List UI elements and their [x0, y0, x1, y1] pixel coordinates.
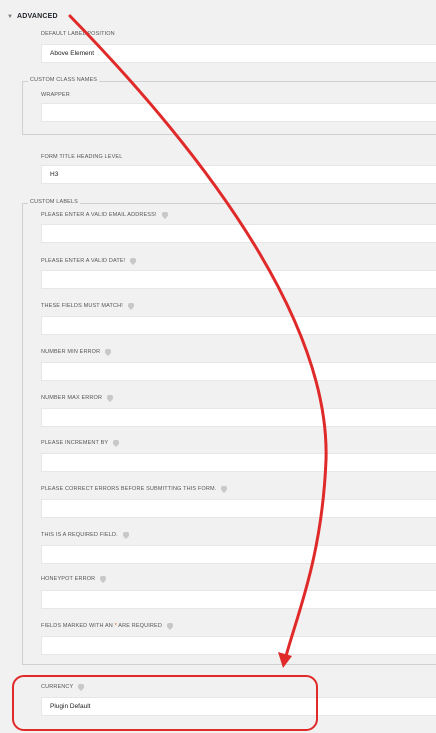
custom-label-item-input[interactable] [41, 408, 436, 427]
wrapper-label: WRAPPER [41, 92, 70, 98]
help-icon[interactable] [166, 623, 173, 631]
help-icon[interactable] [105, 349, 112, 357]
help-icon[interactable] [221, 486, 228, 494]
custom-label-item-input[interactable] [41, 545, 436, 564]
currency-highlight-box [12, 675, 318, 731]
form-title-heading-select[interactable]: H3 [41, 165, 436, 184]
custom-label-item-input[interactable] [41, 224, 436, 243]
form-title-heading-label: FORM TITLE HEADING LEVEL [41, 154, 123, 160]
custom-label-item-label: THIS IS A REQUIRED FIELD. [41, 532, 129, 540]
wrapper-input[interactable] [41, 103, 436, 122]
custom-label-item-label: PLEASE INCREMENT BY [41, 440, 120, 448]
custom-label-item-input[interactable] [41, 590, 436, 609]
custom-label-item-input[interactable] [41, 316, 436, 335]
custom-label-item-input[interactable] [41, 636, 436, 655]
help-icon[interactable] [122, 532, 129, 540]
custom-labels-legend: CUSTOM LABELS [28, 199, 81, 205]
custom-label-item-label: NUMBER MIN ERROR [41, 349, 112, 357]
default-label-position-select[interactable]: Above Element [41, 44, 436, 63]
custom-label-item-input[interactable] [41, 362, 436, 381]
custom-label-item-input[interactable] [41, 453, 436, 472]
help-icon[interactable] [161, 212, 168, 220]
custom-label-item-input[interactable] [41, 270, 436, 289]
help-icon[interactable] [107, 395, 114, 403]
custom-label-item-label: NUMBER MAX ERROR [41, 395, 114, 403]
custom-label-item-label: THESE FIELDS MUST MATCH! [41, 303, 134, 311]
custom-label-item-label: FIELDS MARKED WITH AN * ARE REQUIRED [41, 623, 173, 631]
custom-label-item-label: HONEYPOT ERROR [41, 576, 107, 584]
custom-label-item-label: PLEASE CORRECT ERRORS BEFORE SUBMITTING … [41, 486, 228, 494]
custom-label-item-label: PLEASE ENTER A VALID EMAIL ADDRESS! [41, 212, 168, 220]
default-label-position-label: DEFAULT LABEL POSITION [41, 31, 115, 37]
help-icon[interactable] [130, 258, 137, 266]
help-icon[interactable] [113, 440, 120, 448]
custom-label-item-label: PLEASE ENTER A VALID DATE! [41, 258, 137, 266]
collapse-triangle-icon[interactable]: ▼ [7, 14, 13, 20]
custom-label-item-input[interactable] [41, 499, 436, 518]
help-icon[interactable] [127, 303, 134, 311]
help-icon[interactable] [100, 576, 107, 584]
advanced-section-header[interactable]: ADVANCED [17, 13, 58, 20]
required-asterisk: * [114, 623, 117, 629]
custom-class-names-legend: CUSTOM CLASS NAMES [28, 77, 100, 83]
